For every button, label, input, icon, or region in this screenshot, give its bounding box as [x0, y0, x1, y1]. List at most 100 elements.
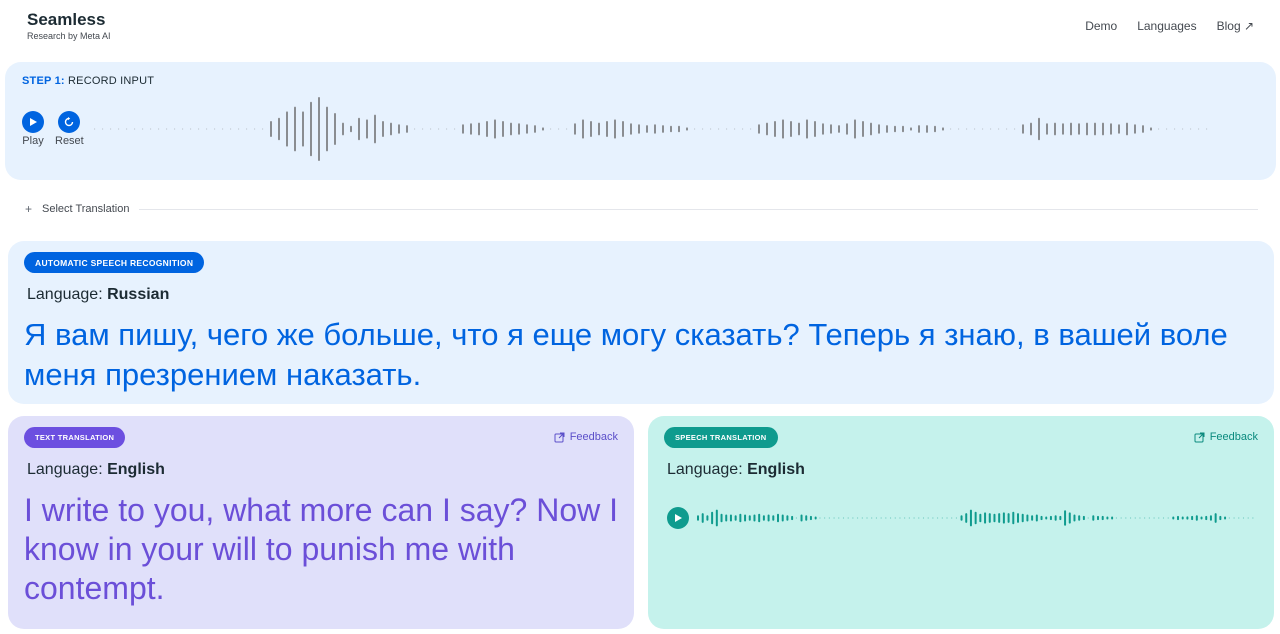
text-language-value: English [107, 461, 165, 478]
waveform-bar [118, 128, 120, 130]
waveform-bar [918, 517, 920, 519]
external-link-icon [1194, 432, 1205, 442]
waveform-bar [1031, 515, 1034, 521]
waveform-bar [960, 515, 963, 521]
waveform-bar [1092, 515, 1095, 521]
waveform-bar [102, 128, 104, 130]
waveform-bar [846, 123, 848, 135]
waveform-bar [922, 517, 925, 519]
waveform-bar [1166, 128, 1168, 130]
waveform-bar [1219, 515, 1222, 521]
waveform-bar [342, 122, 344, 136]
waveform-bar [854, 119, 856, 139]
play-button[interactable]: Play [22, 111, 44, 147]
waveform-bar [701, 513, 704, 523]
waveform-bar [462, 124, 464, 134]
waveform-bar [1101, 515, 1104, 521]
record-input-panel: STEP 1: RECORD INPUT Play Reset [5, 62, 1276, 180]
waveform-bar [798, 122, 800, 136]
waveform-bar [774, 121, 776, 137]
waveform-bar [758, 124, 760, 134]
waveform-bar [871, 517, 873, 519]
waveform-bar [966, 128, 968, 130]
waveform-bar [702, 128, 704, 130]
waveform-bar [1228, 517, 1230, 519]
waveform-bar [190, 128, 192, 130]
waveform-bar [1150, 127, 1152, 131]
waveform-bar [1129, 517, 1132, 519]
waveform-bar [670, 125, 672, 133]
divider [139, 208, 1258, 210]
waveform-bar [606, 121, 608, 137]
waveform-bar [718, 128, 720, 130]
waveform-bar [1078, 123, 1080, 135]
waveform-bar [278, 117, 280, 141]
waveform-bar [1172, 516, 1175, 520]
speech-feedback-button[interactable]: Feedback [1194, 431, 1258, 443]
waveform-bar [833, 517, 835, 519]
waveform-bar [697, 515, 699, 521]
waveform-bar [502, 121, 504, 137]
waveform-bar [958, 128, 960, 130]
waveform-bar [1073, 514, 1076, 522]
waveform-bar [166, 128, 168, 130]
waveform-bar [1242, 517, 1245, 519]
waveform-bar [614, 119, 616, 139]
waveform-bar [1046, 123, 1048, 135]
waveform-bar [805, 515, 808, 521]
waveform-bar [270, 121, 272, 137]
reset-icon [58, 111, 81, 133]
waveform-bar [662, 125, 664, 133]
brand-title[interactable]: Seamless [27, 10, 105, 30]
waveform-bar [902, 125, 904, 133]
waveform-bar [1017, 513, 1019, 523]
waveform-bar [918, 125, 920, 133]
waveform-bar [486, 121, 488, 137]
waveform-bar [494, 119, 496, 139]
waveform-bar [206, 128, 208, 130]
waveform-bar [630, 123, 632, 135]
waveform-bar [998, 513, 1001, 523]
nav-demo-link[interactable]: Demo [1085, 19, 1117, 33]
speech-translation-panel: SPEECH TRANSLATION Feedback Language: En… [648, 416, 1274, 629]
waveform-bar [861, 517, 863, 519]
waveform-bar [1002, 512, 1005, 524]
text-language-line: Language: English [27, 461, 165, 479]
waveform-bar [1006, 128, 1008, 130]
waveform-bar [222, 128, 224, 130]
waveform-bar [857, 517, 859, 519]
waveform-bar [904, 517, 906, 519]
waveform-bar [150, 128, 152, 130]
nav-languages-link[interactable]: Languages [1137, 19, 1196, 33]
waveform-bar [638, 124, 640, 134]
waveform-bar [174, 128, 176, 130]
play-label: Play [22, 135, 44, 147]
text-feedback-button[interactable]: Feedback [554, 431, 618, 443]
external-link-icon [554, 432, 565, 442]
waveform-bar [182, 128, 184, 130]
waveform-bar [781, 514, 784, 522]
waveform-bar [729, 514, 732, 522]
waveform-bar [886, 125, 888, 133]
waveform-bar [1142, 125, 1144, 133]
input-waveform[interactable] [93, 90, 1253, 168]
waveform-bar [965, 513, 968, 523]
text-translation-badge: TEXT TRANSLATION [24, 427, 126, 448]
waveform-bar [246, 128, 248, 130]
asr-transcript: Я вам пишу, чего же больше, что я еще мо… [24, 317, 1228, 392]
asr-language-value: Russian [107, 286, 170, 303]
reset-button[interactable]: Reset [55, 111, 84, 147]
speech-output-waveform[interactable] [696, 498, 1256, 538]
asr-language-line: Language: Russian [27, 286, 169, 304]
reset-label: Reset [55, 135, 84, 147]
waveform-bar [1139, 517, 1141, 519]
waveform-bar [937, 517, 939, 519]
waveform-bar [1038, 117, 1040, 141]
nav-blog-link[interactable]: Blog ↗ [1217, 19, 1254, 33]
speech-play-button[interactable] [667, 507, 689, 529]
waveform-bar [1162, 517, 1165, 519]
waveform-bar [318, 97, 320, 161]
waveform-bar [1247, 517, 1249, 519]
select-translation-toggle[interactable]: + Select Translation [25, 200, 1258, 218]
waveform-bar [1030, 122, 1032, 136]
